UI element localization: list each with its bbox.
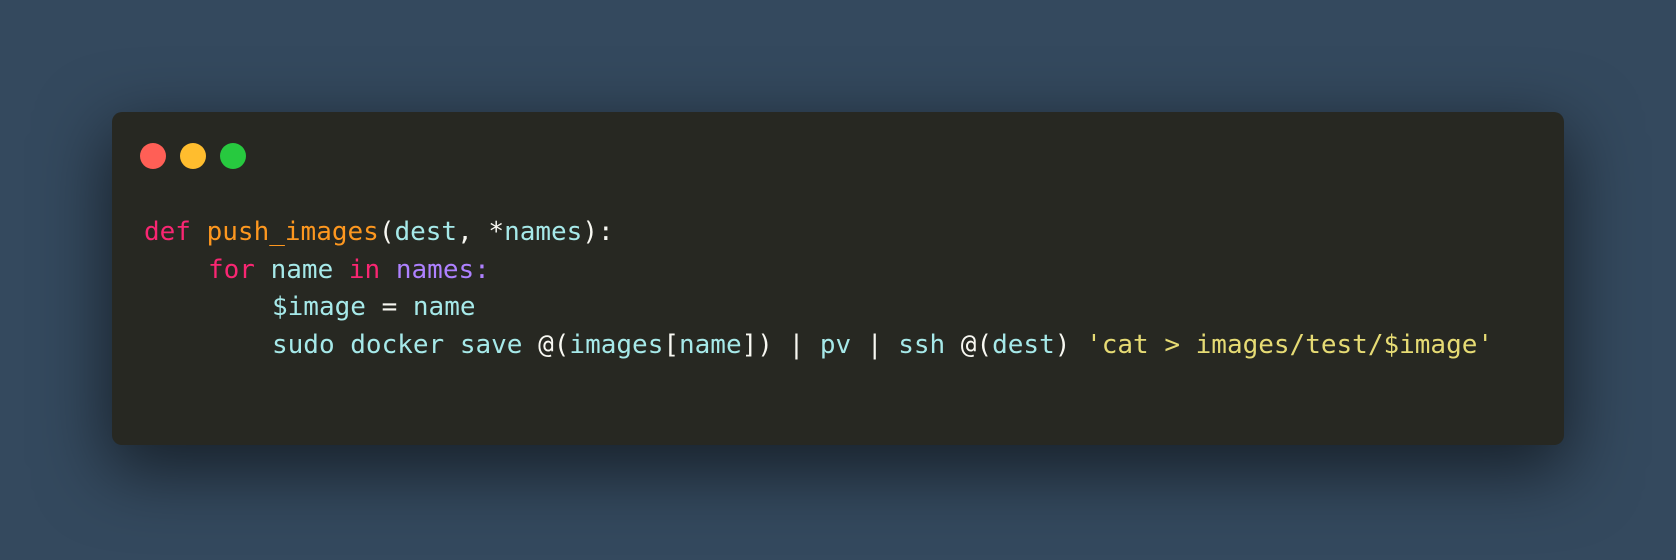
code-block: def push_images(dest, *names): for name i…: [144, 214, 1493, 364]
code-token-default: ]) |: [741, 329, 820, 360]
code-token-function: push_images: [206, 217, 379, 247]
code-token-default: (: [378, 217, 395, 247]
code-token-default: [191, 217, 207, 247]
code-token-default: ):: [582, 217, 614, 247]
code-token-default: [380, 255, 396, 285]
code-token-default: [333, 255, 349, 285]
code-token-identifier: name: [679, 329, 742, 360]
code-token-identifier: name: [270, 254, 334, 285]
code-token-identifier: ssh: [898, 329, 946, 360]
code-token-default: @(: [945, 329, 993, 360]
window-controls: [140, 143, 246, 169]
close-dot[interactable]: [140, 143, 166, 169]
code-token-identifier: names: [504, 217, 583, 247]
code-line: $image = name: [144, 289, 1493, 327]
code-line: sudo docker save @(images[name]) | pv | …: [144, 327, 1493, 365]
code-token-default: , *: [457, 217, 505, 247]
code-token-keyword: def: [144, 217, 191, 247]
code-line: for name in names:: [144, 252, 1493, 290]
code-token-identifier: $image: [272, 292, 366, 322]
code-token-keyword: for: [208, 254, 255, 285]
code-token-default: @(: [522, 329, 570, 360]
code-token-default: [255, 255, 271, 285]
minimize-dot[interactable]: [180, 143, 206, 169]
code-token-default: [: [663, 329, 679, 360]
code-token-default: |: [851, 329, 899, 360]
code-token-default: ): [1054, 329, 1087, 360]
code-token-variable: names:: [395, 254, 490, 285]
code-window: def push_images(dest, *names): for name i…: [112, 112, 1564, 445]
code-token-identifier: pv: [819, 329, 852, 360]
code-token-identifier: name: [412, 292, 476, 322]
code-token-identifier: sudo docker save: [272, 329, 523, 360]
code-line: def push_images(dest, *names):: [144, 214, 1493, 252]
code-token-identifier: dest: [992, 329, 1055, 360]
code-token-identifier: dest: [394, 217, 458, 247]
code-token-default: =: [365, 292, 413, 322]
code-token-string: 'cat > images/test/$image': [1086, 329, 1494, 360]
code-token-identifier: images: [569, 329, 664, 360]
code-token-keyword: in: [348, 254, 381, 285]
maximize-dot[interactable]: [220, 143, 246, 169]
